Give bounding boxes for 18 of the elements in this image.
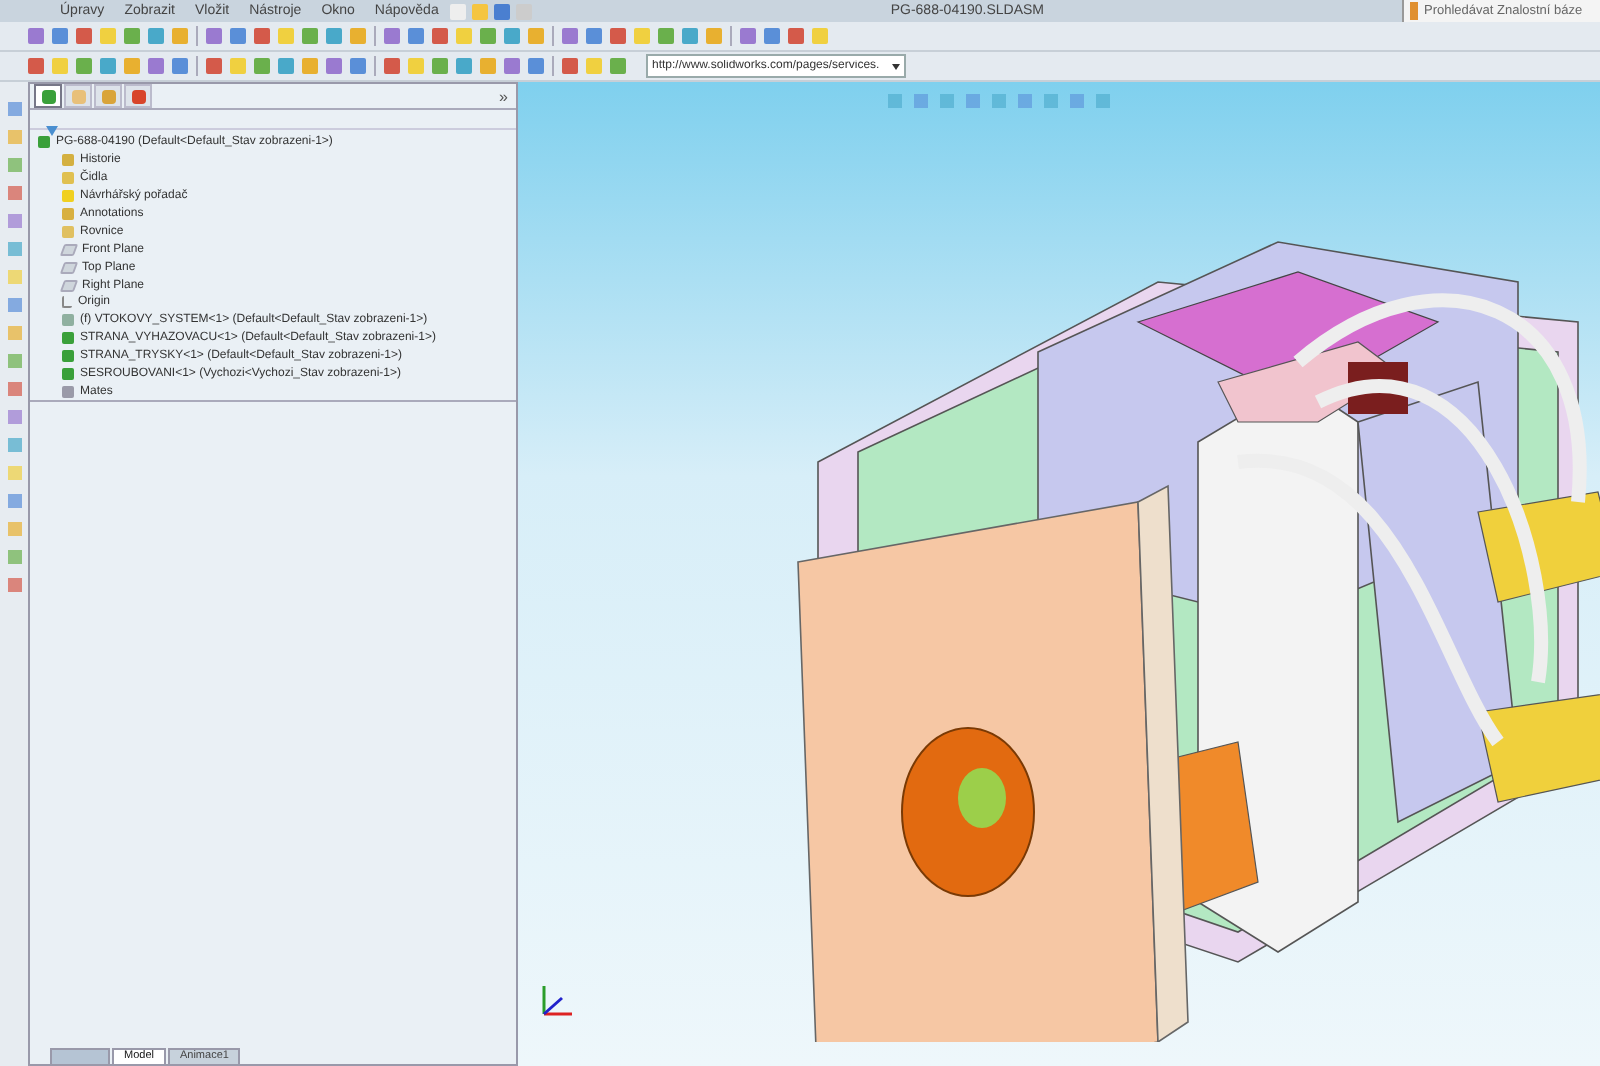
tree-node-icon [62,332,74,345]
panel-tab[interactable] [34,84,62,108]
dropdown-arrow-icon[interactable] [892,63,900,69]
tree-node-icon [62,368,74,381]
tree-node-icon [62,154,74,167]
tree-node-icon [62,225,74,238]
tree-node-icon [38,136,50,149]
tree-node-icon [62,350,74,363]
tree-node-icon [62,190,74,203]
tree-node-icon [62,172,74,185]
tree-node-icon [62,314,74,327]
book-icon [1410,2,1418,20]
panel-tab[interactable] [124,84,152,108]
collapse-button[interactable]: » [499,87,516,105]
tree-node-icon [62,385,74,398]
origin-icon [62,296,72,309]
tree-node-icon [62,208,74,220]
tab[interactable] [50,1048,110,1064]
